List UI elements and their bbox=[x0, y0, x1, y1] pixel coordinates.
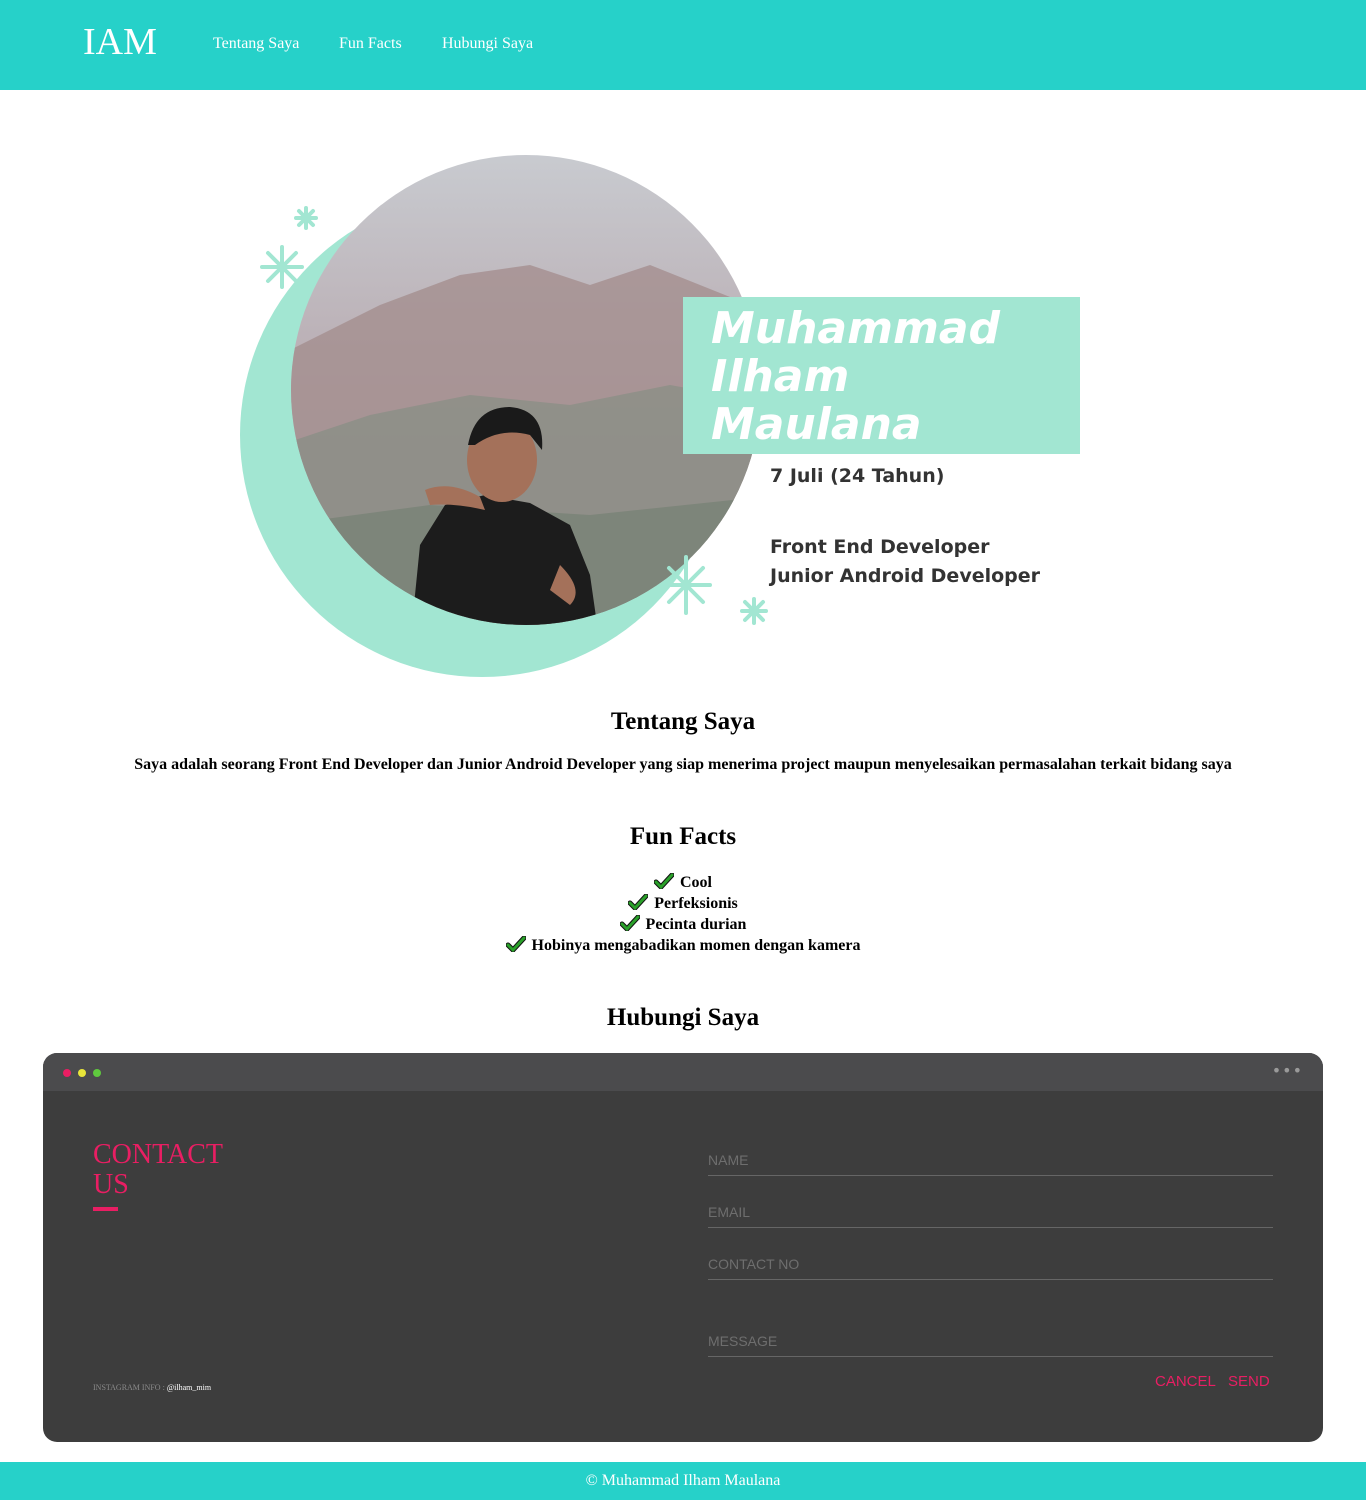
window-maximize-dot[interactable] bbox=[93, 1069, 101, 1077]
hero-role: Front End Developer bbox=[770, 536, 990, 558]
navbar: IAM Tentang Saya Fun Facts Hubungi Saya bbox=[0, 0, 1366, 90]
hero-birth: 7 Juli (24 Tahun) bbox=[770, 465, 945, 487]
contact-section-title: Hubungi Saya bbox=[606, 1004, 760, 1031]
check-icon bbox=[619, 915, 640, 932]
instagram-label: INSTAGRAM INFO : bbox=[93, 1383, 167, 1392]
about-title: Tentang Saya bbox=[610, 708, 756, 735]
contact-heading: CONTACT US bbox=[93, 1140, 263, 1200]
hero-name-box: Muhammad Ilham Maulana bbox=[683, 297, 1080, 454]
hero-name-line: Muhammad bbox=[711, 303, 1001, 354]
heading-underline bbox=[93, 1207, 118, 1211]
window-close-dot[interactable] bbox=[63, 1069, 71, 1077]
check-icon bbox=[505, 936, 526, 953]
check-icon bbox=[654, 873, 674, 890]
fact-text: Pecinta durian bbox=[645, 916, 747, 933]
brand-logo[interactable]: IAM bbox=[83, 20, 157, 64]
contact-window: ••• CONTACT US INSTAGRAM INFO : @ilham_m… bbox=[43, 1053, 1323, 1442]
name-field bbox=[708, 1146, 1273, 1176]
hero-name-line: Maulana bbox=[711, 399, 922, 450]
list-item: Perfeksionis bbox=[0, 893, 1366, 914]
fact-text: Cool bbox=[680, 874, 712, 891]
fact-text: Hobinya mengabadikan momen dengan kamera bbox=[531, 937, 861, 954]
message-input[interactable] bbox=[708, 1327, 1273, 1355]
footer: © Muhammad Ilham Maulana bbox=[0, 1462, 1366, 1500]
contact-no-field bbox=[708, 1250, 1273, 1280]
name-input[interactable] bbox=[708, 1146, 1273, 1174]
cancel-button[interactable]: CANCEL bbox=[1155, 1373, 1216, 1390]
instagram-handle[interactable]: @ilham_mim bbox=[167, 1383, 211, 1392]
hero-name-line: Ilham bbox=[711, 351, 850, 402]
send-button[interactable]: SEND bbox=[1228, 1373, 1270, 1390]
window-titlebar: ••• bbox=[43, 1053, 1323, 1091]
about-text: Saya adalah seorang Front End Developer … bbox=[134, 756, 1232, 773]
contact-heading-line: CONTACT bbox=[93, 1139, 223, 1170]
list-item: Hobinya mengabadikan momen dengan kamera bbox=[0, 935, 1366, 956]
hero-role: Junior Android Developer bbox=[770, 565, 1041, 587]
contact-heading-line: US bbox=[93, 1169, 129, 1200]
hero-banner: Muhammad Ilham Maulana 7 Juli (24 Tahun)… bbox=[230, 145, 1110, 685]
more-options-icon[interactable]: ••• bbox=[1272, 1061, 1303, 1080]
check-icon bbox=[628, 894, 649, 911]
nav-link-hubungi-saya[interactable]: Hubungi Saya bbox=[442, 35, 533, 53]
window-minimize-dot[interactable] bbox=[78, 1069, 86, 1077]
fun-facts-title: Fun Facts bbox=[629, 823, 737, 850]
contact-no-input[interactable] bbox=[708, 1250, 1273, 1278]
message-field bbox=[708, 1327, 1273, 1357]
nav-link-fun-facts[interactable]: Fun Facts bbox=[339, 35, 402, 53]
list-item: Pecinta durian bbox=[0, 914, 1366, 935]
footer-copyright: © Muhammad Ilham Maulana bbox=[585, 1472, 781, 1489]
list-item: Cool bbox=[0, 872, 1366, 893]
fact-text: Perfeksionis bbox=[654, 895, 738, 912]
email-field bbox=[708, 1198, 1273, 1228]
nav-link-tentang-saya[interactable]: Tentang Saya bbox=[213, 35, 299, 53]
fun-facts-list: Cool Perfeksionis Pecinta durian Hobinya… bbox=[0, 872, 1366, 956]
email-input[interactable] bbox=[708, 1198, 1273, 1226]
hero-name: Muhammad Ilham Maulana bbox=[711, 305, 1000, 449]
instagram-info: INSTAGRAM INFO : @ilham_mim bbox=[93, 1383, 211, 1392]
